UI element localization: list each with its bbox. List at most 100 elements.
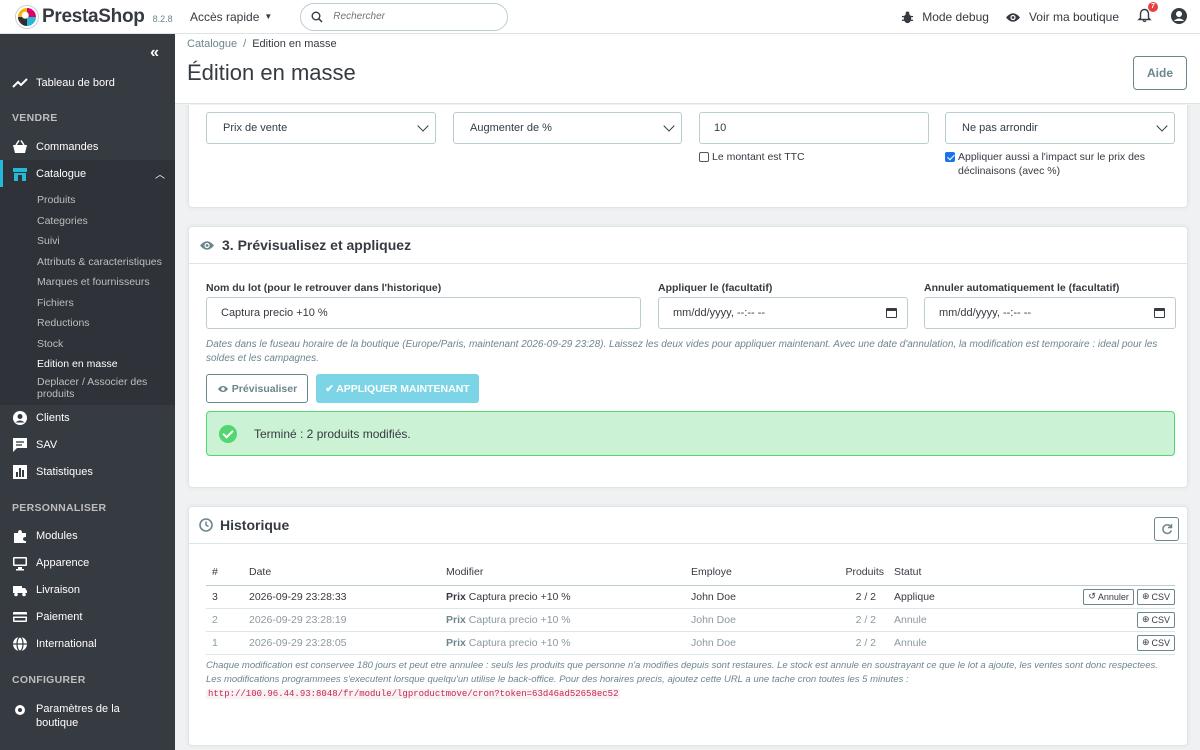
breadcrumb: Catalogue / Edition en masse — [187, 38, 337, 50]
calendar-icon[interactable] — [1154, 308, 1165, 318]
sidebar-label: Modules — [36, 530, 78, 542]
search-input[interactable] — [333, 11, 494, 22]
submenu-item-products[interactable]: Produits — [0, 190, 175, 211]
sidebar-label: Clients — [36, 412, 70, 424]
undo-button[interactable]: ↺ Annuler — [1083, 588, 1134, 605]
row-id: 3 — [206, 585, 243, 609]
submenu-item-attributes[interactable]: Attributs & caracteristiques — [0, 252, 175, 273]
collapse-sidebar-icon[interactable]: « — [150, 44, 159, 62]
refresh-button[interactable] — [1154, 517, 1179, 541]
submenu-item-brands[interactable]: Marques et fournisseurs — [0, 272, 175, 293]
row-modifier-name: Captura precio +10 % — [468, 613, 571, 626]
debug-mode-link[interactable]: Mode debug — [901, 10, 989, 24]
sidebar-item-payment[interactable]: Paiement — [0, 604, 175, 631]
view-shop-label: Voir ma boutique — [1028, 10, 1119, 24]
submenu-item-discounts[interactable]: Reductions — [0, 313, 175, 334]
logo-text: PrestaShop — [42, 5, 145, 27]
step2-panel: Prix de vente Augmenter de % 10 Ne pas a… — [188, 105, 1188, 208]
apply-on-datetime-input[interactable]: mm/dd/yyyy, --:-- -- — [658, 297, 908, 329]
field-select[interactable]: Prix de vente — [206, 112, 436, 144]
ttc-checkbox-row[interactable]: Le montant est TTC — [699, 150, 805, 164]
sidebar-item-modules[interactable]: Modules — [0, 523, 175, 550]
table-header-row: # Date Modifier Employe Produits Statut — [206, 559, 1175, 586]
user-circle-icon — [13, 411, 27, 425]
row-date: 2026-09-29 23:28:05 — [243, 631, 440, 655]
sidebar-item-shipping[interactable]: Livraison — [0, 577, 175, 604]
section-configure: CONFIGURER — [12, 673, 86, 686]
bug-icon — [902, 10, 914, 23]
submenu-item-bulk-edit[interactable]: Edition en masse — [0, 354, 175, 375]
submenu-item-stock[interactable]: Stock — [0, 334, 175, 355]
batch-name-input[interactable]: Captura precio +10 % — [206, 297, 641, 329]
history-header: Historique — [189, 507, 1187, 544]
action-select[interactable]: Augmenter de % — [453, 112, 682, 144]
help-button[interactable]: Aide — [1133, 56, 1187, 90]
cron-url[interactable]: http://100.96.44.93:8048/fr/module/lgpro… — [206, 689, 621, 699]
sidebar-label: International — [36, 638, 97, 650]
sidebar-label: Commandes — [36, 140, 99, 153]
chevron-up-icon: ︿ — [155, 170, 165, 181]
sidebar-item-design[interactable]: Apparence — [0, 550, 175, 577]
csv-download-button[interactable]: ⊕ CSV — [1136, 611, 1175, 628]
row-employee: John Doe — [685, 585, 800, 609]
apply-now-button[interactable]: ✔ APPLIQUER MAINTENANT — [316, 374, 479, 403]
view-shop-link[interactable]: Voir ma boutique — [1005, 10, 1119, 24]
sidebar-item-orders[interactable]: Commandes — [0, 133, 175, 160]
success-message: Terminé : 2 produits modifiés. — [254, 426, 411, 441]
undo-button-label: Annuler — [1097, 591, 1129, 602]
csv-download-button[interactable]: ⊕ CSV — [1136, 588, 1175, 605]
step3-panel: 3. Prévisualisez et appliquez Nom du lot… — [188, 226, 1188, 488]
search-box[interactable] — [300, 2, 509, 31]
column-header-actions — [981, 559, 1175, 586]
section-sell: VENDRE — [12, 112, 58, 124]
field-select-value: Prix de vente — [223, 122, 288, 134]
submenu-item-monitoring[interactable]: Suivi — [0, 231, 175, 252]
amount-input[interactable]: 10 — [699, 112, 929, 144]
logo[interactable]: PrestaShop 8.2.8 — [0, 5, 182, 28]
timezone-help-text: Dates dans le fuseau horaire de la bouti… — [206, 339, 1158, 364]
check-icon: ✔ — [325, 382, 335, 395]
rounding-select-value: Ne pas arrondir — [962, 122, 1038, 134]
submenu-item-categories[interactable]: Categories — [0, 211, 175, 232]
combinations-checkbox[interactable] — [945, 152, 955, 162]
sidebar-item-sav[interactable]: SAV — [0, 432, 175, 459]
csv-download-button[interactable]: ⊕ CSV — [1136, 634, 1175, 651]
caret-down-icon: ▼ — [264, 12, 273, 21]
chevron-down-icon — [663, 120, 675, 132]
auto-undo-datetime-input[interactable]: mm/dd/yyyy, --:-- -- — [924, 297, 1176, 329]
ttc-checkbox[interactable] — [699, 152, 709, 162]
preview-button[interactable]: Prévisualiser — [206, 374, 308, 403]
row-actions: ⊕ CSV — [981, 608, 1175, 632]
quick-access-dropdown[interactable]: Accès rapide ▼ — [190, 10, 272, 24]
row-employee: John Doe — [685, 631, 800, 655]
cron-note: Les modifications programmees s'executen… — [206, 673, 1181, 701]
version-label: 8.2.8 — [152, 13, 173, 24]
puzzle-icon — [14, 530, 26, 543]
prestashop-logo-icon — [16, 5, 38, 28]
row-actions: ⊕ CSV — [981, 631, 1175, 655]
page-title: Édition en masse — [187, 60, 356, 85]
combinations-checkbox-row[interactable]: Appliquer aussi a l'impact sur le prix d… — [945, 150, 1177, 178]
column-header-id: # — [206, 559, 243, 586]
download-icon: ⊕ — [1141, 637, 1150, 647]
preview-button-label: Prévisualiser — [231, 382, 298, 395]
batch-name-value: Captura precio +10 % — [221, 307, 328, 319]
submenu-item-files[interactable]: Fichiers — [0, 293, 175, 314]
account-button[interactable] — [1170, 7, 1188, 28]
notifications-button[interactable]: 7 — [1137, 2, 1158, 26]
calendar-icon[interactable] — [886, 308, 897, 318]
eye-icon — [217, 385, 228, 392]
csv-button-label: CSV — [1151, 637, 1170, 648]
sidebar-item-international[interactable]: International — [0, 631, 175, 658]
breadcrumb-link-catalog[interactable]: Catalogue — [187, 38, 237, 50]
sidebar-item-customers[interactable]: Clients — [0, 405, 175, 432]
sidebar-item-dashboard[interactable]: Tableau de bord — [0, 69, 175, 96]
clock-icon — [199, 518, 213, 532]
globe-icon — [13, 636, 27, 652]
step3-header: 3. Prévisualisez et appliquez — [189, 227, 1187, 264]
rounding-select[interactable]: Ne pas arrondir — [945, 112, 1175, 144]
sidebar-item-stats[interactable]: Statistiques — [0, 459, 175, 486]
submenu-item-move-products[interactable]: Deplacer / Associer des produits — [0, 375, 175, 401]
sidebar-item-shop-params[interactable]: Paramètres de la boutique — [0, 695, 175, 735]
sidebar-item-catalog[interactable]: Catalogue ︿ — [0, 160, 175, 187]
